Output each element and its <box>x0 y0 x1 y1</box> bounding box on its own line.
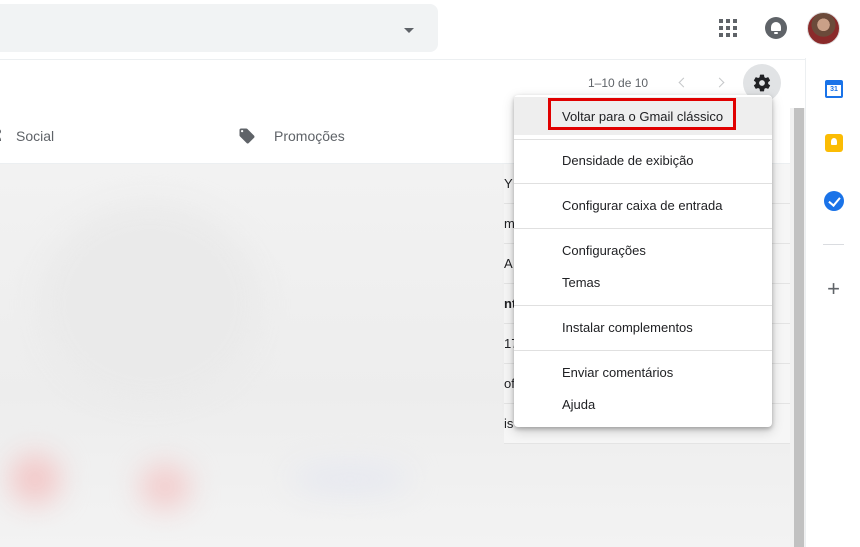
blurred-text <box>40 204 260 404</box>
top-header <box>0 0 860 58</box>
menu-divider <box>514 183 772 184</box>
blurred-text <box>290 464 410 494</box>
highlight-outline <box>548 98 736 130</box>
menu-divider <box>514 350 772 351</box>
menu-item-configure-inbox[interactable]: Configurar caixa de entrada <box>514 189 772 221</box>
gear-icon <box>753 74 771 92</box>
chevron-right-icon[interactable] <box>714 77 725 88</box>
tab-promotions[interactable]: Promoções <box>238 108 345 164</box>
menu-item-label: Configurar caixa de entrada <box>562 197 723 213</box>
menu-item-settings[interactable]: Configurações <box>514 234 772 266</box>
tab-social[interactable]: Social <box>0 108 54 164</box>
menu-item-feedback[interactable]: Enviar comentários <box>514 356 772 388</box>
menu-divider <box>514 139 772 140</box>
side-panel: 31 + <box>805 58 860 547</box>
search-box[interactable] <box>0 4 438 52</box>
blurred-avatar <box>10 454 60 504</box>
menu-item-label: Instalar complementos <box>562 319 693 335</box>
avatar[interactable] <box>807 12 840 45</box>
menu-item-label: Configurações <box>562 242 646 258</box>
settings-menu: Voltar para o Gmail clássico Densidade d… <box>514 95 772 427</box>
add-icon[interactable]: + <box>823 278 844 300</box>
menu-item-addons[interactable]: Instalar complementos <box>514 311 772 343</box>
page-count: 1–10 de 10 <box>588 76 649 90</box>
menu-item-help[interactable]: Ajuda <box>514 388 772 420</box>
calendar-icon[interactable]: 31 <box>825 80 843 98</box>
scrollbar-thumb[interactable] <box>794 108 804 547</box>
side-divider <box>823 244 844 245</box>
tag-icon <box>239 128 255 144</box>
person-icon <box>0 129 6 143</box>
menu-item-label: Ajuda <box>562 396 596 412</box>
notifications-icon[interactable] <box>765 17 787 39</box>
tasks-icon[interactable] <box>824 191 844 211</box>
blurred-avatar <box>140 464 190 509</box>
search-options-caret-icon[interactable] <box>404 28 414 33</box>
keep-icon[interactable] <box>825 134 843 152</box>
tab-promotions-label: Promoções <box>274 128 345 144</box>
apps-grid-icon[interactable] <box>719 19 737 37</box>
menu-item-density[interactable]: Densidade de exibição <box>514 144 772 176</box>
menu-item-themes[interactable]: Temas <box>514 266 772 298</box>
header-divider <box>0 59 805 60</box>
menu-item-label: Enviar comentários <box>562 364 674 380</box>
menu-item-label: Densidade de exibição <box>562 152 694 168</box>
menu-divider <box>514 228 772 229</box>
chevron-left-icon[interactable] <box>678 77 689 88</box>
menu-divider <box>514 305 772 306</box>
tab-social-label: Social <box>16 128 55 144</box>
menu-item-label: Temas <box>562 274 601 290</box>
